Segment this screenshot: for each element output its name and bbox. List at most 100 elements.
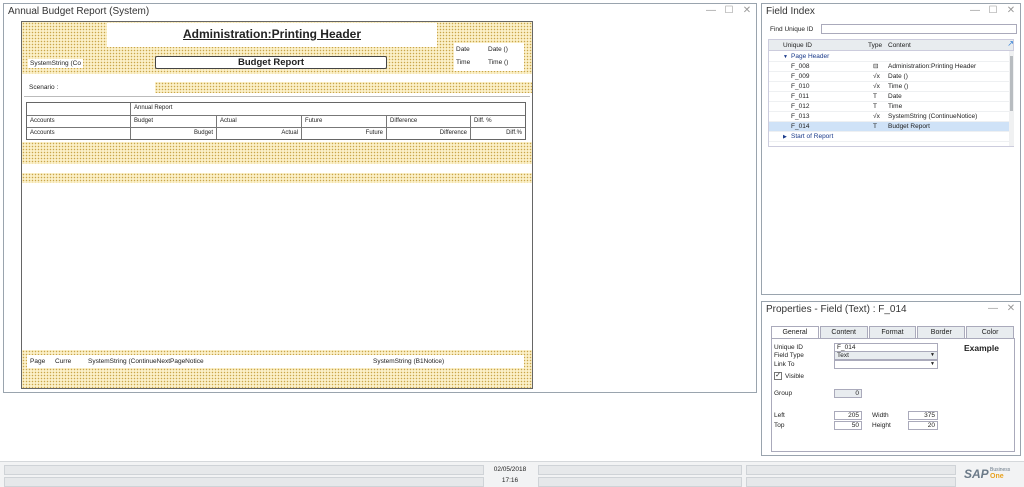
minimize-icon[interactable]: — [988, 303, 998, 314]
table-header-cell[interactable]: Accounts [27, 116, 131, 127]
scenario-label[interactable]: Scenario : [29, 84, 58, 91]
footer-next-page-notice[interactable]: SystemString (ContinueNextPageNotice [88, 358, 204, 365]
status-message-box [4, 477, 484, 487]
table-cell[interactable]: Actual [217, 128, 302, 139]
row-unique-id: F_012 [791, 103, 810, 110]
row-type-icon: T [873, 103, 877, 110]
column-type[interactable]: Type [868, 40, 882, 51]
field-index-row[interactable]: F_013 √x SystemString (ContinueNotice) [769, 112, 1013, 122]
close-icon[interactable]: ✕ [1006, 303, 1016, 314]
body-band[interactable] [22, 142, 532, 164]
close-icon[interactable]: ✕ [742, 5, 752, 16]
time-value[interactable]: Time () [488, 59, 508, 66]
row-content: Date () [888, 73, 908, 80]
status-date: 02/05/2018 [493, 466, 527, 473]
table-cell[interactable]: Accounts [27, 128, 131, 139]
close-icon[interactable]: ✕ [1006, 5, 1016, 16]
field-index-row[interactable]: F_011 T Date [769, 92, 1013, 102]
unique-id-label: Unique ID [774, 344, 803, 351]
table-cell[interactable]: Difference [387, 128, 471, 139]
row-type-icon: √x [873, 83, 880, 90]
field-index-row[interactable]: F_014 T Budget Report [769, 122, 1013, 132]
scenario-band[interactable] [155, 82, 532, 93]
properties-tabs: General Content Format Border Color [771, 326, 1015, 338]
column-unique-id[interactable]: Unique ID [783, 40, 812, 51]
field-type-select[interactable]: Text ▼ [834, 351, 938, 360]
date-label[interactable]: Date [456, 46, 470, 53]
table-group-header[interactable]: Annual Report [131, 103, 525, 115]
row-unique-id: F_013 [791, 113, 810, 120]
find-unique-id-input[interactable] [821, 24, 1017, 34]
tab-border[interactable]: Border [917, 326, 966, 338]
dropdown-arrow-icon[interactable]: ▼ [930, 352, 935, 359]
row-type-icon: ⊟ [873, 63, 879, 70]
minimize-icon[interactable]: — [706, 5, 716, 16]
table-header-cell[interactable]: Future [302, 116, 387, 127]
group-field[interactable]: 0 [834, 389, 862, 398]
row-content: Budget Report [888, 123, 930, 130]
left-field[interactable]: 205 [834, 411, 862, 420]
header-left-field[interactable]: SystemString (Co [28, 59, 83, 68]
left-label: Left [774, 412, 785, 419]
header-title[interactable]: Administration:Printing Header [107, 27, 437, 41]
maximize-icon[interactable]: ☐ [988, 5, 998, 16]
field-index-row[interactable]: F_009 √x Date () [769, 72, 1013, 82]
table-cell[interactable]: Diff.% [471, 128, 525, 139]
minimize-icon[interactable]: — [970, 5, 980, 16]
table-header-cell[interactable]: Diff. % [471, 116, 525, 127]
table-header-cell[interactable]: Actual [217, 116, 302, 127]
visible-checkbox[interactable]: ✓ [774, 372, 782, 380]
header-subtitle[interactable]: Budget Report [155, 57, 387, 68]
table-header-cell[interactable]: Difference [387, 116, 471, 127]
group-page-header[interactable]: ▼ Page Header [769, 52, 1013, 62]
properties-titlebar[interactable]: Properties - Field (Text) : F_014 — ✕ [762, 302, 1020, 319]
column-content[interactable]: Content [888, 40, 911, 51]
row-unique-id: F_014 [791, 123, 810, 130]
top-field[interactable]: 50 [834, 421, 862, 430]
height-field[interactable]: 20 [908, 421, 938, 430]
dropdown-arrow-icon[interactable]: ▼ [930, 361, 935, 368]
tab-color[interactable]: Color [966, 326, 1014, 338]
field-index-titlebar[interactable]: Field Index — ☐ ✕ [762, 4, 1020, 21]
visible-label: Visible [785, 373, 805, 380]
table-cell[interactable]: Future [302, 128, 387, 139]
row-unique-id: F_011 [791, 93, 809, 100]
report-table: Annual Report Accounts Budget Actual Fut… [26, 102, 526, 140]
footer-page-label[interactable]: Page [30, 358, 45, 365]
width-field[interactable]: 375 [908, 411, 938, 420]
tab-general[interactable]: General [771, 326, 819, 338]
expand-corner-icon[interactable]: ↗ [1007, 39, 1014, 48]
tab-format[interactable]: Format [868, 326, 917, 338]
link-to-select[interactable]: ▼ [834, 360, 938, 369]
row-content: Date [888, 93, 902, 100]
maximize-icon[interactable]: ☐ [724, 5, 734, 16]
height-label: Height [872, 422, 891, 429]
status-info-box [538, 477, 742, 487]
table-header-cell[interactable]: Budget [131, 116, 217, 127]
properties-title: Properties - Field (Text) : F_014 [766, 304, 907, 315]
repetitive-band[interactable] [22, 173, 532, 183]
table-cell[interactable]: Budget [131, 128, 217, 139]
status-time: 17:16 [501, 477, 519, 484]
group-start-of-report[interactable]: ▶ Start of Report [769, 132, 1013, 142]
row-unique-id: F_008 [791, 63, 810, 70]
status-message-box [4, 465, 484, 475]
report-window: Annual Budget Report (System) — ☐ ✕ Admi… [3, 3, 757, 393]
expand-right-icon[interactable]: ▶ [783, 132, 787, 142]
date-value[interactable]: Date () [488, 46, 508, 53]
status-info-box [538, 465, 742, 475]
footer-currency-field[interactable]: Curre [55, 358, 71, 365]
field-index-row[interactable]: F_012 T Time [769, 102, 1013, 112]
field-index-row[interactable]: F_010 √x Time () [769, 82, 1013, 92]
top-label: Top [774, 422, 785, 429]
row-type-icon: T [873, 93, 877, 100]
expand-down-icon[interactable]: ▼ [783, 52, 788, 62]
footer-b1-notice[interactable]: SystemString (B1Notice) [373, 358, 444, 365]
row-unique-id: F_009 [791, 73, 810, 80]
field-index-row[interactable]: F_008 ⊟ Administration:Printing Header [769, 62, 1013, 72]
time-label[interactable]: Time [456, 59, 470, 66]
report-titlebar[interactable]: Annual Budget Report (System) — ☐ ✕ [4, 4, 756, 21]
tab-content[interactable]: Content [819, 326, 868, 338]
vertical-scrollbar[interactable] [1009, 51, 1014, 146]
row-content: Administration:Printing Header [888, 63, 977, 70]
